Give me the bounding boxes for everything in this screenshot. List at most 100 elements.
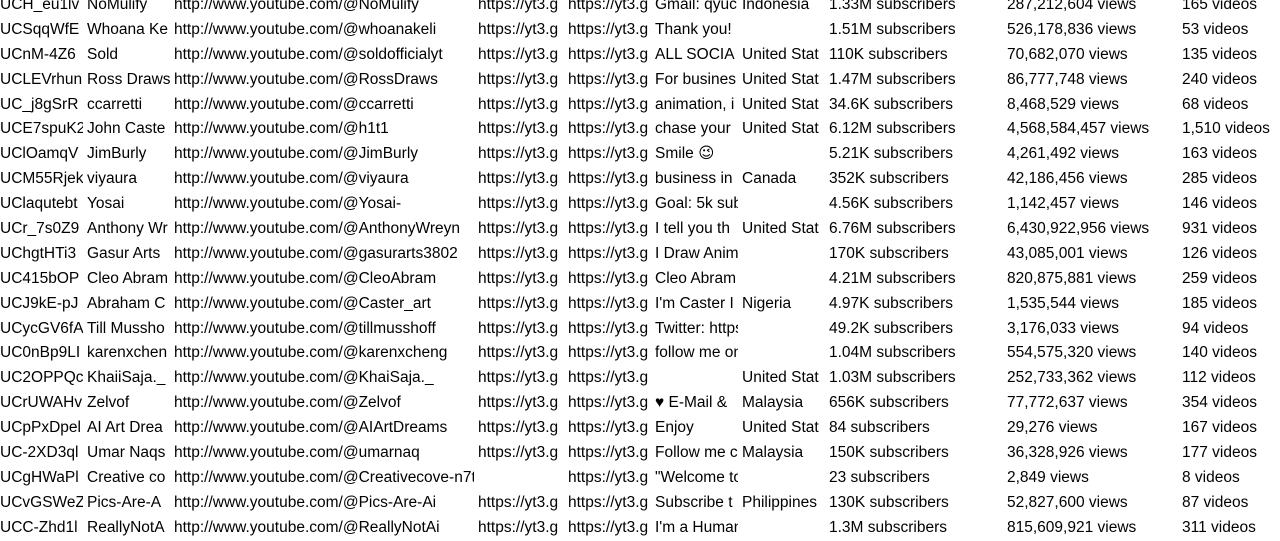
cell-description[interactable]: animation, i	[655, 93, 738, 118]
cell-channel-name[interactable]: Creative co	[87, 466, 170, 491]
cell-thumbnail-url[interactable]: https://yt3.g	[568, 242, 651, 267]
cell-channel-id[interactable]: UCE7spuK2	[0, 117, 83, 142]
cell-channel-url[interactable]: http://www.youtube.com/@NoMulify	[174, 0, 474, 18]
cell-views[interactable]: 42,186,456 views	[1007, 167, 1178, 192]
cell-videos[interactable]: 165 videos	[1182, 0, 1280, 18]
cell-banner-url[interactable]: https://yt3.g	[478, 317, 564, 342]
cell-views[interactable]: 43,085,001 views	[1007, 242, 1178, 267]
cell-description[interactable]: "Welcome to Creative C	[655, 466, 738, 491]
cell-channel-url[interactable]: http://www.youtube.com/@gasurarts3802	[174, 242, 474, 267]
cell-banner-url[interactable]: https://yt3.g	[478, 242, 564, 267]
cell-country[interactable]: Malaysia	[742, 391, 825, 416]
cell-banner-url[interactable]: https://yt3.g	[478, 0, 564, 18]
cell-views[interactable]: 3,176,033 views	[1007, 317, 1178, 342]
cell-videos[interactable]: 1,510 videos	[1182, 117, 1280, 142]
cell-subscribers[interactable]: 4.97K subscribers	[829, 292, 1003, 317]
cell-channel-url[interactable]: http://www.youtube.com/@viyaura	[174, 167, 474, 192]
cell-banner-url[interactable]: https://yt3.g	[478, 93, 564, 118]
cell-thumbnail-url[interactable]: https://yt3.g	[568, 267, 651, 292]
cell-country[interactable]: Indonesia	[742, 0, 825, 18]
cell-country[interactable]	[742, 516, 825, 541]
cell-subscribers[interactable]: 130K subscribers	[829, 491, 1003, 516]
cell-channel-id[interactable]: UCSqqWfE	[0, 18, 83, 43]
cell-banner-url[interactable]: https://yt3.g	[478, 491, 564, 516]
cell-views[interactable]: 4,261,492 views	[1007, 142, 1178, 167]
cell-country[interactable]	[742, 18, 825, 43]
cell-channel-url[interactable]: http://www.youtube.com/@Pics-Are-Ai	[174, 491, 474, 516]
cell-channel-url[interactable]: http://www.youtube.com/@soldofficialyt	[174, 43, 474, 68]
cell-subscribers[interactable]: 23 subscribers	[829, 466, 1003, 491]
cell-country[interactable]	[742, 466, 825, 491]
cell-videos[interactable]: 135 videos	[1182, 43, 1280, 68]
cell-description[interactable]: follow me on instagram	[655, 341, 738, 366]
cell-banner-url[interactable]: https://yt3.g	[478, 292, 564, 317]
cell-subscribers[interactable]: 84 subscribers	[829, 416, 1003, 441]
cell-videos[interactable]: 163 videos	[1182, 142, 1280, 167]
cell-thumbnail-url[interactable]: https://yt3.g	[568, 416, 651, 441]
cell-country[interactable]: Canada	[742, 167, 825, 192]
cell-channel-url[interactable]: http://www.youtube.com/@ccarretti	[174, 93, 474, 118]
cell-channel-url[interactable]: http://www.youtube.com/@Caster_art	[174, 292, 474, 317]
cell-description[interactable]: I Draw Anime ✍️	[655, 242, 738, 267]
cell-description[interactable]: ♥ E-Mail &	[655, 391, 738, 416]
cell-views[interactable]: 526,178,836 views	[1007, 18, 1178, 43]
cell-description[interactable]: Cleo Abram is a video jo	[655, 267, 738, 292]
cell-thumbnail-url[interactable]: https://yt3.g	[568, 93, 651, 118]
cell-views[interactable]: 6,430,922,956 views	[1007, 217, 1178, 242]
cell-channel-name[interactable]: Sold	[87, 43, 170, 68]
cell-channel-name[interactable]: AI Art Drea	[87, 416, 170, 441]
cell-thumbnail-url[interactable]: https://yt3.g	[568, 491, 651, 516]
cell-channel-name[interactable]: Cleo Abram	[87, 267, 170, 292]
cell-country[interactable]: Malaysia	[742, 441, 825, 466]
cell-channel-name[interactable]: Anthony Wr	[87, 217, 170, 242]
cell-channel-id[interactable]: UClaqutebt	[0, 192, 83, 217]
cell-description[interactable]: Gmail: qyuc	[655, 0, 738, 18]
cell-thumbnail-url[interactable]: https://yt3.g	[568, 366, 651, 391]
cell-channel-id[interactable]: UCrUWAHv	[0, 391, 83, 416]
cell-subscribers[interactable]: 1.03M subscribers	[829, 366, 1003, 391]
cell-country[interactable]	[742, 267, 825, 292]
cell-videos[interactable]: 53 videos	[1182, 18, 1280, 43]
cell-subscribers[interactable]: 6.12M subscribers	[829, 117, 1003, 142]
cell-thumbnail-url[interactable]: https://yt3.g	[568, 217, 651, 242]
cell-channel-id[interactable]: UCH_eu1lv	[0, 0, 83, 18]
cell-videos[interactable]: 140 videos	[1182, 341, 1280, 366]
cell-channel-name[interactable]: Till Mussho	[87, 317, 170, 342]
cell-subscribers[interactable]: 1.33M subscribers	[829, 0, 1003, 18]
cell-channel-id[interactable]: UC2OPPQc	[0, 366, 83, 391]
cell-thumbnail-url[interactable]: https://yt3.g	[568, 43, 651, 68]
cell-thumbnail-url[interactable]: https://yt3.g	[568, 68, 651, 93]
cell-country[interactable]	[742, 341, 825, 366]
cell-thumbnail-url[interactable]: https://yt3.g	[568, 317, 651, 342]
cell-channel-url[interactable]: http://www.youtube.com/@AIArtDreams	[174, 416, 474, 441]
cell-views[interactable]: 29,276 views	[1007, 416, 1178, 441]
cell-channel-id[interactable]: UCC-Zhd1l	[0, 516, 83, 541]
cell-description[interactable]	[655, 366, 738, 391]
cell-videos[interactable]: 167 videos	[1182, 416, 1280, 441]
cell-videos[interactable]: 112 videos	[1182, 366, 1280, 391]
cell-banner-url[interactable]: https://yt3.g	[478, 441, 564, 466]
cell-banner-url[interactable]: https://yt3.g	[478, 43, 564, 68]
cell-channel-name[interactable]: Abraham C	[87, 292, 170, 317]
cell-country[interactable]: United Stat	[742, 366, 825, 391]
cell-videos[interactable]: 354 videos	[1182, 391, 1280, 416]
cell-banner-url[interactable]	[478, 466, 564, 491]
cell-videos[interactable]: 311 videos	[1182, 516, 1280, 541]
cell-channel-id[interactable]: UCgHWaPl	[0, 466, 83, 491]
cell-description[interactable]: Twitter: https://twitter.c	[655, 317, 738, 342]
cell-thumbnail-url[interactable]: https://yt3.g	[568, 18, 651, 43]
cell-thumbnail-url[interactable]: https://yt3.g	[568, 391, 651, 416]
cell-thumbnail-url[interactable]: https://yt3.g	[568, 441, 651, 466]
cell-channel-id[interactable]: UCM55Rjek	[0, 167, 83, 192]
cell-channel-url[interactable]: http://www.youtube.com/@karenxcheng	[174, 341, 474, 366]
cell-channel-name[interactable]: Ross Draws	[87, 68, 170, 93]
cell-channel-name[interactable]: ccarretti	[87, 93, 170, 118]
cell-views[interactable]: 554,575,320 views	[1007, 341, 1178, 366]
cell-country[interactable]	[742, 142, 825, 167]
cell-subscribers[interactable]: 1.51M subscribers	[829, 18, 1003, 43]
cell-description[interactable]: chase your	[655, 117, 738, 142]
cell-videos[interactable]: 240 videos	[1182, 68, 1280, 93]
cell-country[interactable]	[742, 192, 825, 217]
cell-views[interactable]: 252,733,362 views	[1007, 366, 1178, 391]
cell-videos[interactable]: 177 videos	[1182, 441, 1280, 466]
